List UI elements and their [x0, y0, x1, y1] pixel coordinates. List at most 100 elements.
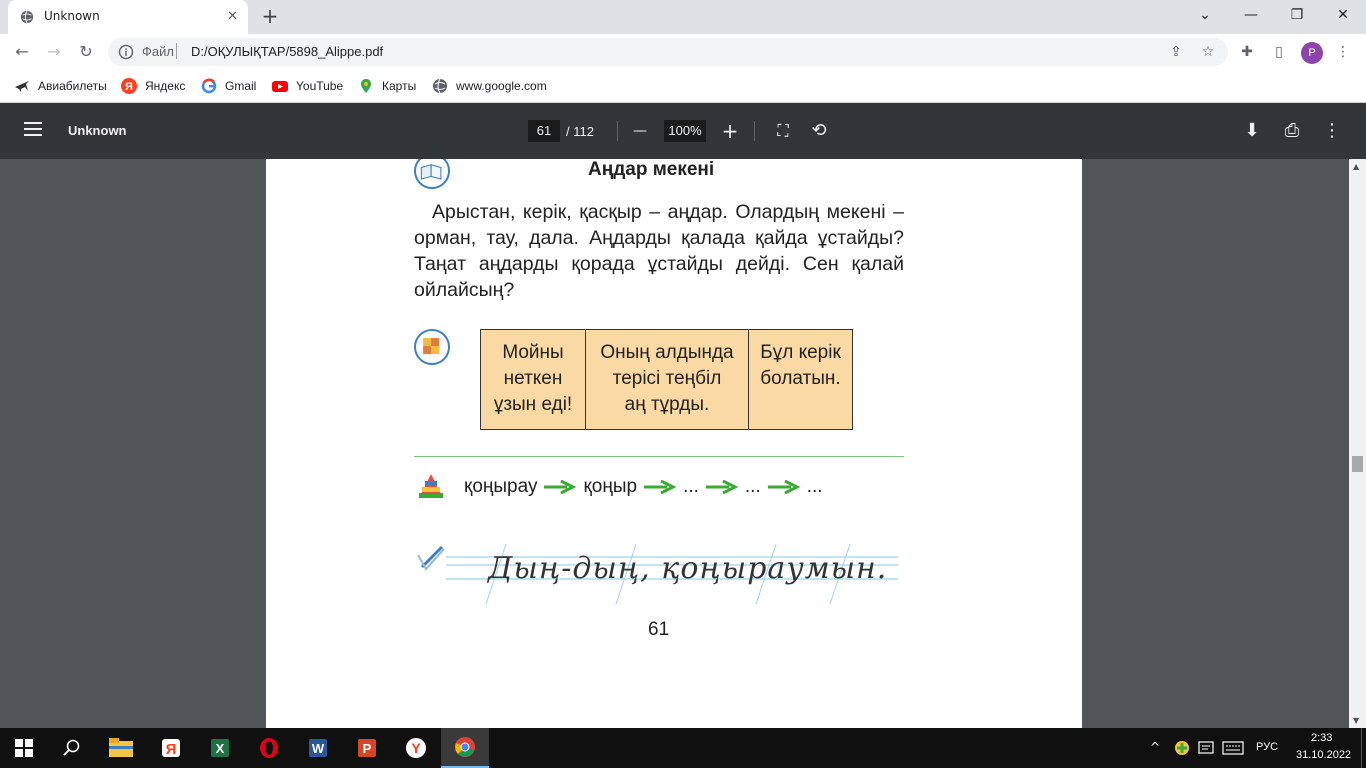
book-icon: [414, 159, 450, 189]
address-bar[interactable]: Файл D:/ОҚУЛЫҚТАР/5898_Alippe.pdf: [108, 38, 1228, 66]
share-icon[interactable]: ⇪: [1166, 42, 1186, 62]
toolbar-divider: [617, 121, 618, 141]
back-button[interactable]: ←: [11, 41, 33, 63]
browser-menu-icon[interactable]: ⋮: [1333, 42, 1353, 62]
start-button[interactable]: [0, 728, 48, 768]
bookmark-star-icon[interactable]: ☆: [1198, 42, 1218, 62]
browser-tab[interactable]: Unknown ✕: [8, 0, 248, 34]
bookmark-aviabilety[interactable]: Авиабилеты: [14, 77, 107, 95]
restore-button[interactable]: ❐: [1274, 0, 1320, 30]
zoom-in-button[interactable]: +: [718, 119, 742, 143]
new-tab-button[interactable]: +: [258, 4, 282, 28]
download-icon[interactable]: ⬇: [1240, 119, 1264, 143]
clock-date[interactable]: 31.10.2022: [1296, 749, 1351, 761]
close-window-button[interactable]: ✕: [1320, 0, 1366, 30]
page-total: / 112: [566, 124, 594, 139]
url-scheme: Файл: [142, 44, 174, 59]
reload-button[interactable]: ↻: [75, 41, 97, 63]
section-divider: [414, 456, 904, 457]
bookmark-label: Gmail: [225, 79, 257, 93]
tab-strip: Unknown ✕ + ⌄ — ❐ ✕: [0, 0, 1366, 34]
pdf-more-icon[interactable]: ⋮: [1320, 119, 1344, 143]
omnibox-separator: [176, 43, 177, 59]
pdf-viewer[interactable]: Аңдар мекені Арыстан, керік, қасқыр – аң…: [0, 159, 1366, 728]
scroll-up-icon[interactable]: ▲: [1353, 162, 1359, 171]
cell-line: терісі теңбіл: [612, 368, 722, 389]
side-panel-icon[interactable]: ▯: [1269, 42, 1289, 62]
pdf-toolbar: Unknown 61 / 112 — 100% + ⛶ ⟲ ⬇ ⎙ ⋮: [0, 103, 1366, 159]
table-cell: Мойны неткен ұзын еді!: [480, 329, 586, 430]
extensions-icon[interactable]: ✚: [1237, 42, 1257, 62]
chrome-icon: [455, 737, 475, 757]
cell-line: Мойны: [502, 342, 564, 363]
print-icon[interactable]: ⎙: [1280, 119, 1304, 143]
powerpoint-icon: P: [358, 739, 376, 757]
paragraph-text: Арыстан, керік, қасқыр – аңдар. Олардың …: [414, 201, 904, 301]
svg-text:Я: Я: [166, 741, 177, 758]
word-chain: қоңырау қоңыр ... ... ...: [464, 476, 823, 498]
clock-time[interactable]: 2:33: [1311, 732, 1332, 744]
bookmark-yandex[interactable]: Я Яндекс: [121, 77, 185, 95]
bookmark-gmail[interactable]: Gmail: [201, 77, 256, 95]
rotate-icon[interactable]: ⟲: [807, 119, 831, 143]
taskbar-yandex-browser[interactable]: Я: [147, 728, 195, 768]
tray-chevron-icon[interactable]: ^: [1150, 740, 1160, 754]
keyboard-icon[interactable]: [1222, 740, 1244, 756]
forward-button[interactable]: →: [43, 41, 65, 63]
arrow-right-icon: [644, 480, 677, 494]
bookmark-google[interactable]: www.google.com: [432, 77, 547, 95]
bookmark-maps[interactable]: Карты: [358, 77, 416, 95]
taskbar-yandex[interactable]: Y: [392, 728, 440, 768]
pdf-menu-icon[interactable]: [24, 122, 42, 136]
scrollbar[interactable]: ▲ ▼: [1349, 159, 1366, 728]
show-desktop-button[interactable]: [1361, 728, 1366, 768]
scroll-down-icon[interactable]: ▼: [1353, 716, 1359, 725]
tab-title: Unknown: [44, 9, 100, 23]
puzzle-icon: [414, 329, 450, 365]
tab-search-icon[interactable]: ⌄: [1182, 0, 1228, 30]
taskbar-powerpoint[interactable]: P: [343, 728, 391, 768]
profile-avatar[interactable]: P: [1301, 42, 1323, 64]
yandex-icon: Я: [121, 78, 137, 94]
table-cell: Оның алдында терісі теңбіл аң тұрды.: [585, 329, 749, 430]
folder-icon: [109, 738, 133, 757]
svg-text:Y: Y: [411, 740, 421, 756]
pen-icon: [417, 545, 445, 571]
chain-word: қоңырау: [464, 476, 538, 497]
fit-to-page-icon[interactable]: ⛶: [771, 119, 795, 143]
globe-icon: [20, 10, 34, 24]
scroll-thumb[interactable]: [1352, 456, 1363, 472]
maps-pin-icon: [361, 79, 371, 93]
svg-text:P: P: [363, 741, 372, 756]
taskbar-chrome[interactable]: [441, 728, 489, 768]
search-icon: [63, 739, 80, 756]
info-icon[interactable]: [118, 44, 134, 60]
language-indicator[interactable]: РУС: [1256, 741, 1278, 753]
cell-line: Оның алдында: [600, 342, 734, 363]
taskbar-opera[interactable]: [245, 728, 293, 768]
taskbar-word[interactable]: W: [294, 728, 342, 768]
taskbar-file-explorer[interactable]: [97, 728, 145, 768]
opera-icon: [260, 738, 278, 758]
svg-text:Я: Я: [125, 81, 133, 93]
zoom-out-button[interactable]: —: [628, 119, 652, 143]
arrow-right-icon: [544, 480, 577, 494]
word-puzzle-table: Мойны неткен ұзын еді! Оның алдында тері…: [480, 329, 853, 430]
shield-tray-icon[interactable]: [1174, 740, 1190, 756]
notification-tray-icon[interactable]: [1198, 740, 1214, 756]
tab-close-icon[interactable]: ✕: [227, 9, 238, 24]
cell-line: болатын.: [760, 368, 841, 389]
search-button[interactable]: [48, 728, 96, 768]
page-number-input[interactable]: 61: [528, 120, 560, 142]
url-text[interactable]: D:/ОҚУЛЫҚТАР/5898_Alippe.pdf: [191, 44, 383, 59]
bookmark-youtube[interactable]: YouTube: [272, 77, 343, 95]
chain-word: ...: [744, 476, 761, 497]
cell-line: Бұл керік: [760, 342, 841, 363]
bookmark-label: Яндекс: [145, 79, 186, 93]
minimize-button[interactable]: —: [1228, 0, 1274, 30]
chain-word: қоңыр: [583, 476, 638, 497]
zoom-input[interactable]: 100%: [664, 120, 706, 142]
bookmark-label: YouTube: [296, 79, 344, 93]
pdf-page: Аңдар мекені Арыстан, керік, қасқыр – аң…: [266, 159, 1082, 728]
taskbar-excel[interactable]: X: [196, 728, 244, 768]
